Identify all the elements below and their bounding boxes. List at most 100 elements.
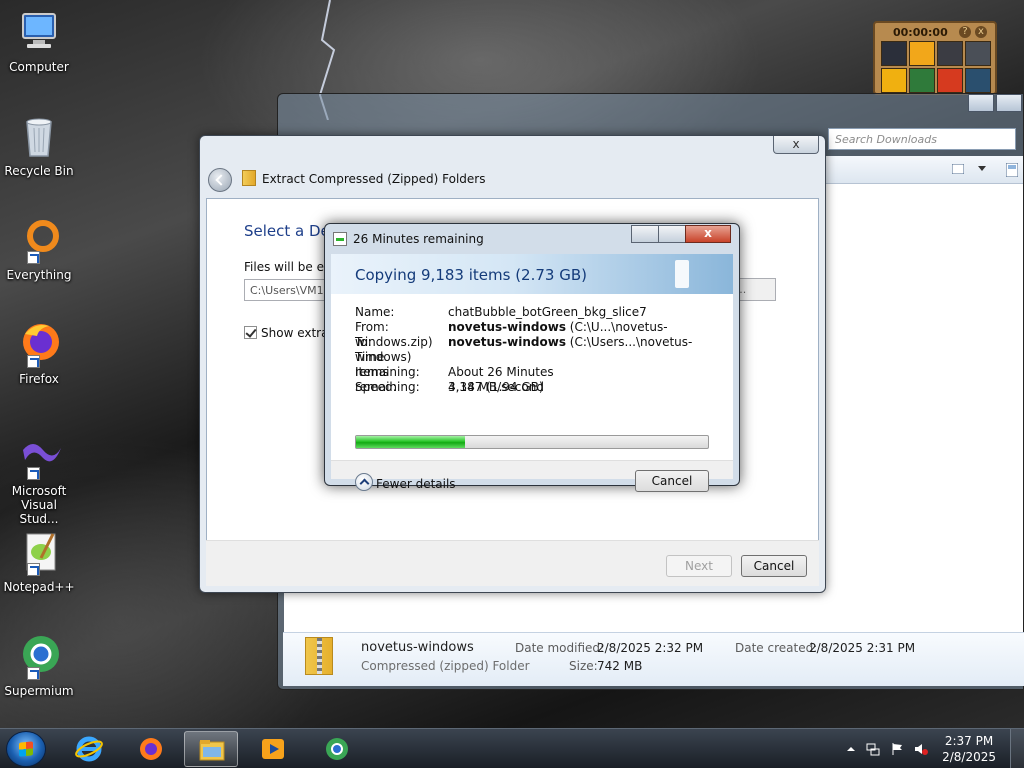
internet-explorer-icon [75, 736, 103, 762]
puzzle-tile[interactable] [965, 41, 991, 66]
copy-progress-bar [355, 435, 709, 449]
notepadpp-icon [15, 528, 63, 576]
detail-label: To: [355, 335, 372, 349]
start-button[interactable] [6, 731, 46, 767]
show-hidden-icons-icon[interactable] [844, 742, 858, 756]
desktop-icon-label: Supermium [4, 684, 74, 698]
date-modified-label: Date modified: [515, 641, 605, 655]
show-files-checkbox[interactable] [244, 326, 257, 339]
taskbar-item-media-player[interactable] [246, 731, 300, 767]
progress-fill [356, 436, 466, 448]
copy-dialog-footer: Fewer details Cancel [331, 460, 733, 492]
back-arrow-icon[interactable] [208, 168, 232, 192]
firefox-icon [15, 320, 63, 368]
taskbar-item-firefox[interactable] [124, 731, 178, 767]
gadget-tile-grid [881, 41, 991, 93]
puzzle-tile[interactable] [937, 41, 963, 66]
next-button[interactable]: Next [666, 555, 732, 577]
taskbar-item-internet-explorer[interactable] [62, 731, 116, 767]
copy-heading: Copying 9,183 items (2.73 GB) [355, 266, 587, 284]
size-value: 742 MB [597, 659, 643, 673]
maximize-button[interactable] [658, 225, 686, 243]
detail-label: Name: [355, 305, 395, 319]
puzzle-tile[interactable] [909, 41, 935, 66]
desktop-icon-label: Firefox [19, 372, 59, 386]
volume-muted-icon[interactable] [914, 742, 928, 756]
search-input[interactable]: Search Downloads [828, 128, 1016, 150]
shortcut-arrow-icon [27, 355, 40, 368]
view-options-icon[interactable] [952, 164, 964, 174]
copy-dialog-title: 26 Minutes remaining [353, 232, 484, 246]
copy-progress-dialog[interactable]: 26 Minutes remaining x Copying 9,183 ite… [324, 223, 740, 492]
detail-label: From: [355, 320, 389, 334]
puzzle-tile[interactable] [881, 68, 907, 93]
date-created-value: 2/8/2025 2:31 PM [809, 641, 916, 655]
desktop-icon-notepadpp[interactable]: Notepad++ [2, 528, 76, 594]
zip-folder-icon [305, 637, 333, 675]
copy-close-button[interactable]: x [685, 225, 731, 243]
date-created-label: Date created: [735, 641, 818, 655]
folder-icon [199, 740, 225, 761]
supermium-icon [15, 632, 63, 680]
wizard-cancel-button[interactable]: Cancel [741, 555, 807, 577]
desktop-icon-firefox[interactable]: Firefox [2, 320, 76, 386]
preview-pane-icon[interactable] [1006, 163, 1018, 177]
details-file-name: novetus-windows [361, 640, 474, 655]
gadget-timer: 00:00:00 [893, 26, 948, 39]
close-icon[interactable]: x [975, 26, 987, 38]
action-center-flag-icon[interactable] [890, 742, 904, 756]
desktop-icon-recycle-bin[interactable]: Recycle Bin [2, 112, 76, 178]
desktop-icon-supermium[interactable]: Supermium [2, 632, 76, 698]
help-icon[interactable]: ? [959, 26, 971, 38]
copy-cancel-button[interactable]: Cancel [635, 470, 709, 492]
desktop-icon-computer[interactable]: Computer [2, 8, 76, 74]
puzzle-tile[interactable] [909, 68, 935, 93]
computer-icon [15, 8, 63, 56]
taskbar-item-supermium[interactable] [310, 731, 364, 767]
detail-value: chatBubble_botGreen_bkg_slice7 [448, 305, 647, 319]
maximize-button[interactable] [996, 94, 1022, 112]
visual-studio-icon [15, 432, 63, 480]
shortcut-arrow-icon [27, 667, 40, 680]
copy-progress-icon [333, 232, 347, 246]
destination-link[interactable]: novetus-windows [448, 335, 566, 349]
wizard-close-button[interactable]: x [773, 136, 819, 154]
firefox-icon [140, 738, 162, 760]
puzzle-tile[interactable] [881, 41, 907, 66]
puzzle-tile[interactable] [937, 68, 963, 93]
gadget-bar: 00:00:00 ? x [879, 25, 991, 41]
chevron-up-icon[interactable] [355, 473, 373, 491]
wizard-title: Extract Compressed (Zipped) Folders [262, 172, 486, 186]
zip-folder-icon [242, 170, 256, 186]
taskbar-item-explorer[interactable] [184, 731, 238, 767]
detail-label: Speed: [355, 380, 397, 394]
recycle-bin-icon [15, 112, 63, 160]
desktop-icon-everything[interactable]: Everything [2, 216, 76, 282]
file-icon [675, 260, 689, 288]
minimize-button[interactable] [631, 225, 659, 243]
show-desktop-button[interactable] [1010, 729, 1024, 768]
chevron-down-icon[interactable] [978, 166, 986, 172]
shortcut-arrow-icon [27, 563, 40, 576]
desktop-icon-label: Recycle Bin [4, 164, 74, 178]
puzzle-gadget[interactable]: 00:00:00 ? x [873, 21, 997, 95]
desktop-icon-visual-studio[interactable]: Microsoft Visual Stud... [2, 432, 76, 526]
date-modified-value: 2/8/2025 2:32 PM [597, 641, 704, 655]
detail-row-speed: Speed: 3.38 MB/second [355, 380, 544, 395]
desktop-icon-label: Computer [9, 60, 69, 74]
desktop-icon-label: Everything [6, 268, 72, 282]
network-icon[interactable] [866, 742, 880, 756]
detail-row-name: Name: chatBubble_botGreen_bkg_slice7 [355, 305, 647, 320]
details-pane: novetus-windows Compressed (zipped) Fold… [283, 632, 1024, 686]
shortcut-arrow-icon [27, 467, 40, 480]
source-link[interactable]: novetus-windows [448, 320, 566, 334]
media-player-icon [262, 739, 284, 759]
clock-time: 2:37 PM [944, 734, 994, 748]
copy-dialog-content: Copying 9,183 items (2.73 GB) Name: chatB… [331, 254, 733, 492]
puzzle-tile[interactable] [965, 68, 991, 93]
clock-date: 2/8/2025 [942, 750, 996, 764]
minimize-button[interactable] [968, 94, 994, 112]
fewer-details-toggle[interactable]: Fewer details [376, 477, 456, 491]
taskbar-clock[interactable]: 2:37 PM 2/8/2025 [942, 733, 996, 765]
detail-value: 3.38 MB/second [448, 380, 544, 394]
